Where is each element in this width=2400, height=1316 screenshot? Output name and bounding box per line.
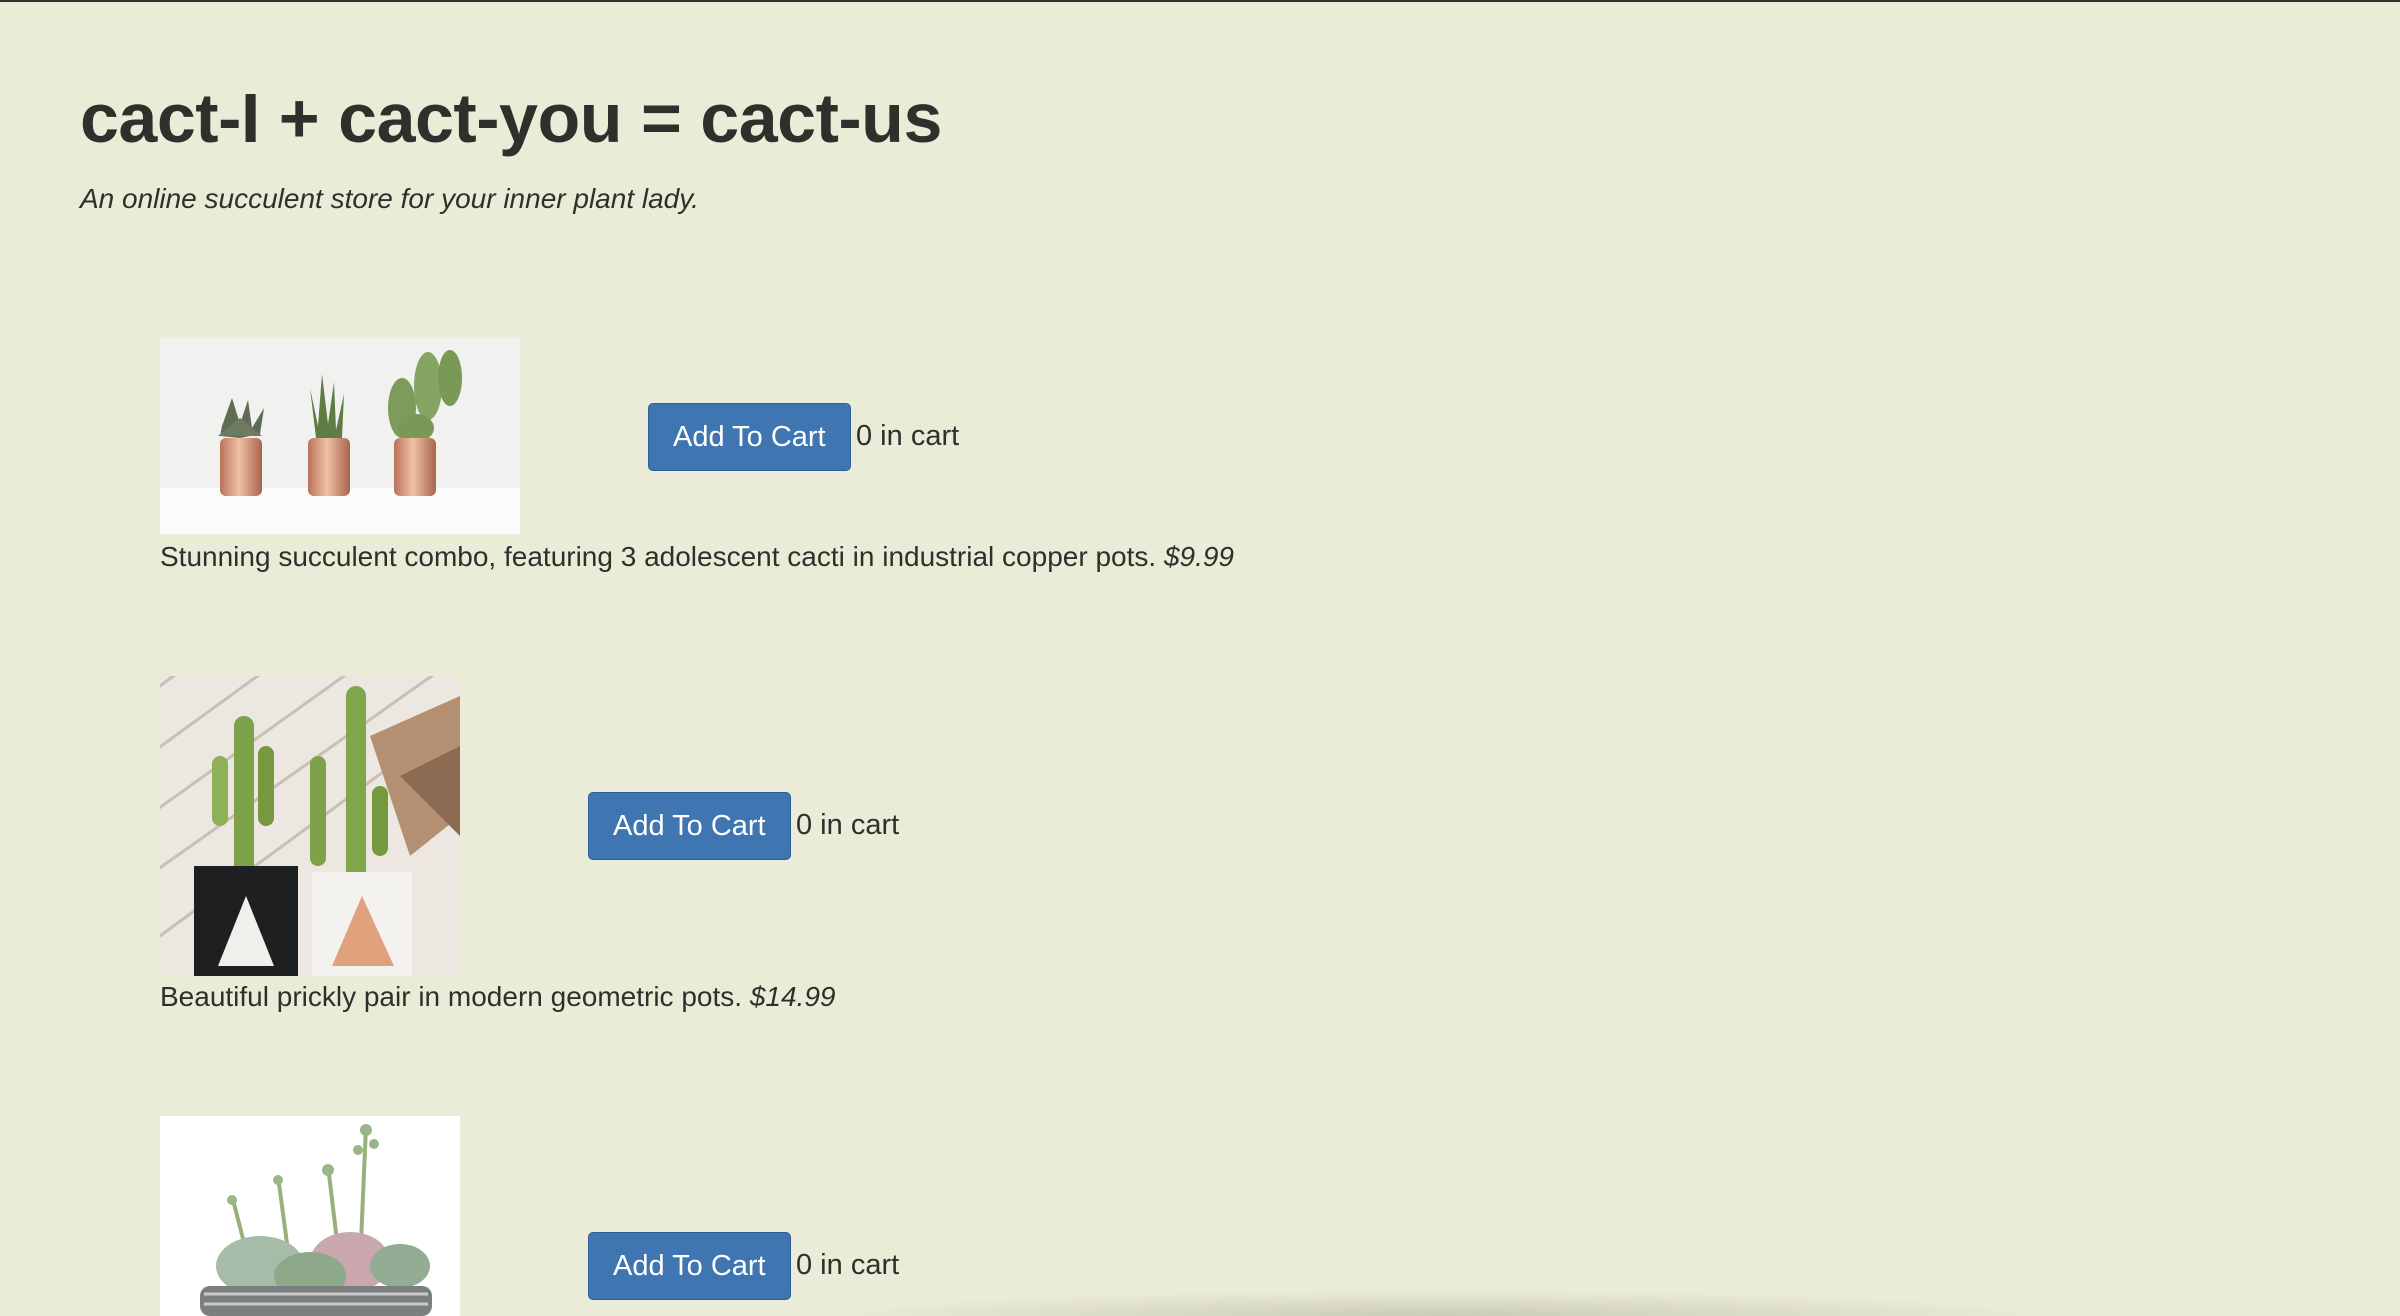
product-image <box>160 1116 460 1316</box>
product-description: Beautiful prickly pair in modern geometr… <box>160 981 835 1013</box>
scroll-shadow <box>820 1290 2060 1316</box>
cart-count: 0 in cart <box>796 809 900 841</box>
product-description-text: Beautiful prickly pair in modern geometr… <box>160 981 743 1012</box>
cart-count: 0 in cart <box>856 420 960 452</box>
add-to-cart-button[interactable]: Add To Cart <box>588 792 791 860</box>
product-price: $14.99 <box>749 981 836 1012</box>
add-to-cart-button[interactable]: Add To Cart <box>648 403 851 471</box>
cart-count: 0 in cart <box>796 1249 900 1281</box>
copper-pots-cacti-image <box>160 338 520 534</box>
add-to-cart-button[interactable]: Add To Cart <box>588 1232 791 1300</box>
top-border <box>0 0 2400 2</box>
geometric-pots-cacti-image <box>160 676 460 976</box>
site-title: cact-I + cact-you = cact-us <box>80 79 942 157</box>
product-image <box>160 338 520 534</box>
site-tagline: An online succulent store for your inner… <box>80 183 699 214</box>
product-description: Stunning succulent combo, featuring 3 ad… <box>160 541 1234 573</box>
product-price: $9.99 <box>1163 541 1235 572</box>
succulent-planter-image <box>160 1116 460 1316</box>
product-image <box>160 676 460 976</box>
product-description-text: Stunning succulent combo, featuring 3 ad… <box>160 541 1157 572</box>
